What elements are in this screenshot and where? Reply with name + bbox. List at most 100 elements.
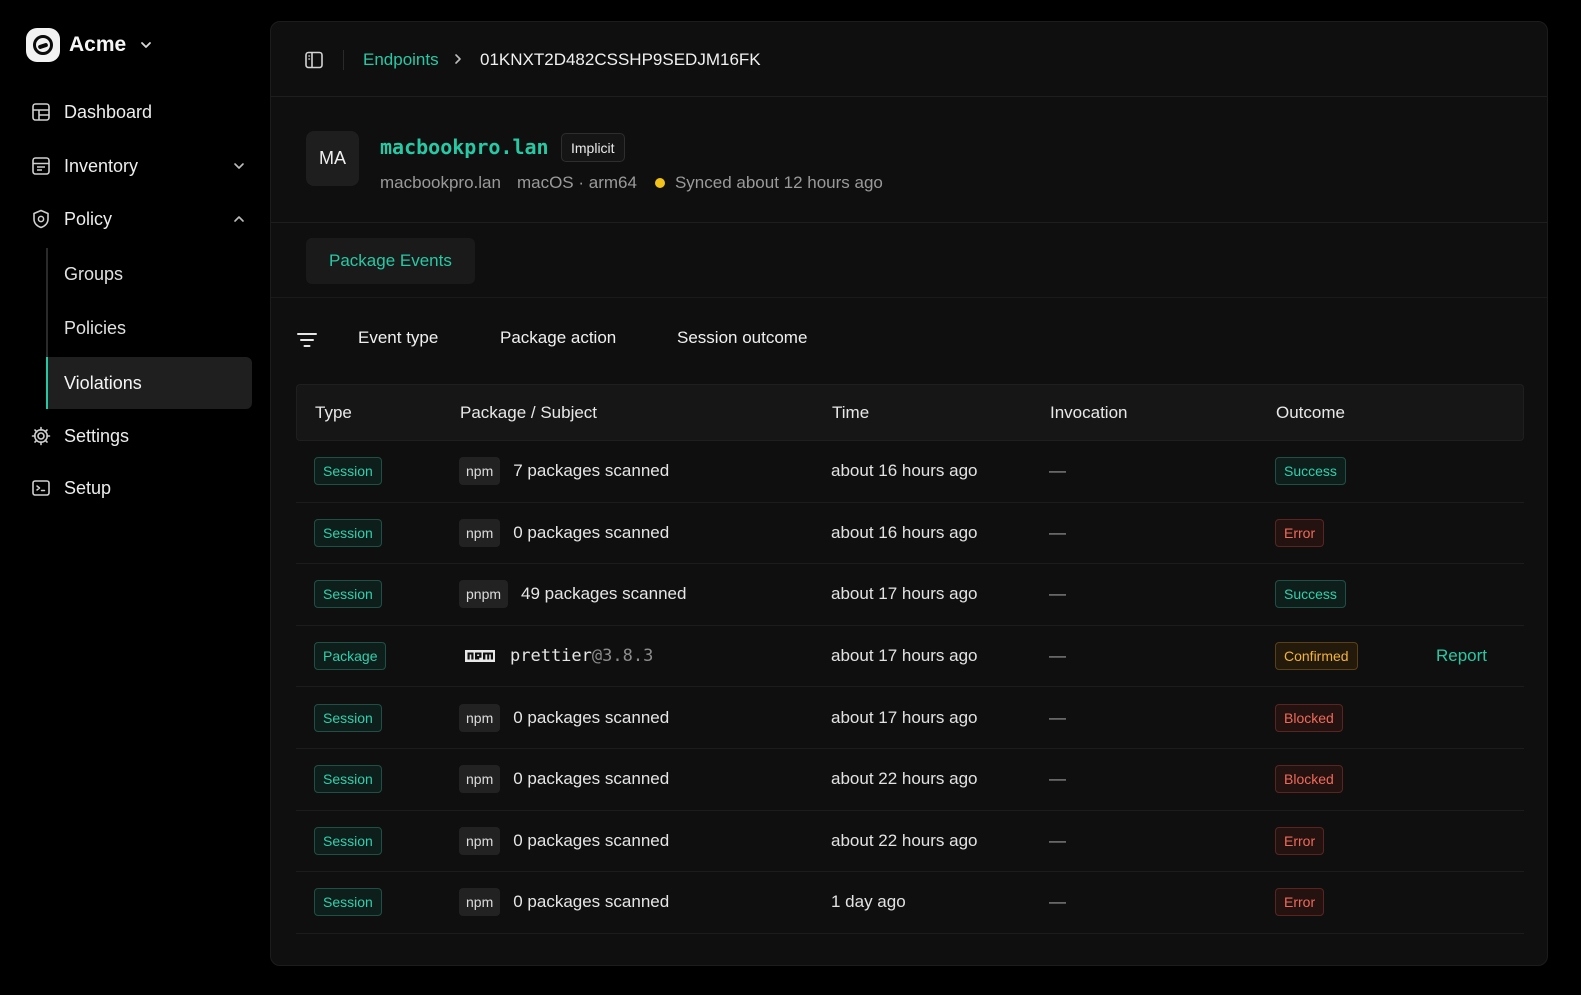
table-row[interactable]: Session npm 0 packages scanned about 22 h… [296, 811, 1524, 873]
event-time: about 16 hours ago [831, 461, 978, 481]
subject: 0 packages scanned [513, 769, 670, 789]
sidebar-item-inventory[interactable]: Inventory [30, 146, 252, 186]
package-name: prettier [510, 646, 592, 667]
outcome-badge: Confirmed [1275, 642, 1358, 671]
invocation: — [1049, 892, 1066, 912]
filter-icon[interactable] [296, 330, 318, 350]
report-link[interactable]: Report [1436, 646, 1487, 666]
outcome-badge: Error [1275, 888, 1325, 917]
sidebar-item-policies[interactable]: Policies [48, 302, 252, 354]
org-switcher[interactable]: Acme [26, 27, 153, 63]
invocation: — [1049, 769, 1066, 789]
outcome-badge: Error [1275, 518, 1325, 547]
sidebar-item-dashboard[interactable]: Dashboard [30, 92, 252, 132]
filter-package-action[interactable]: Package action [500, 328, 616, 348]
event-time: about 22 hours ago [831, 769, 978, 789]
column-header: Invocation [1050, 403, 1128, 422]
org-name: Acme [69, 33, 127, 56]
topbar: Endpoints 01KNXT2D482CSSHP9SEDJM16FK [271, 22, 1547, 97]
hostname: macbookpro.lan [380, 173, 501, 192]
package-manager-badge: npm [459, 518, 501, 547]
filter-session-outcome[interactable]: Session outcome [677, 328, 807, 348]
chevron-up-icon [234, 216, 244, 222]
breadcrumb-endpoints-link[interactable]: Endpoints [363, 50, 439, 70]
package-version: @3.8.3 [591, 646, 654, 667]
type-badge: Session [314, 518, 382, 547]
type-badge: Session [314, 826, 382, 855]
table-row[interactable]: Session npm 0 packages scanned 1 day ago … [296, 872, 1524, 934]
sidebar-item-label: Groups [64, 263, 124, 284]
sidebar-item-violations[interactable]: Violations [48, 357, 252, 409]
main-panel: Endpoints 01KNXT2D482CSSHP9SEDJM16FK MA … [270, 21, 1548, 966]
app-root: Acme Dashboard Inventory Policy Groups P… [0, 0, 1581, 995]
avatar: MA [306, 131, 359, 186]
type-badge: Package [314, 642, 387, 671]
terminal-icon [32, 480, 50, 496]
outcome-badge: Error [1275, 826, 1325, 855]
sync-status: Synced about 12 hours ago [674, 173, 883, 192]
sidebar-item-label: Dashboard [64, 101, 153, 122]
invocation: — [1049, 461, 1066, 481]
sidebar-item-groups[interactable]: Groups [48, 248, 252, 300]
subject: 0 packages scanned [513, 892, 670, 912]
event-time: 1 day ago [831, 892, 906, 912]
subject: prettier@3.8.3 [510, 646, 653, 666]
type-badge: Session [314, 888, 382, 917]
invocation: — [1049, 707, 1066, 727]
chevron-down-icon [141, 42, 152, 48]
inventory-icon [32, 157, 50, 175]
outcome-badge: Blocked [1275, 703, 1343, 732]
column-header: Type [315, 403, 352, 422]
dashboard-icon [32, 103, 50, 121]
column-header: Outcome [1276, 403, 1345, 422]
platform: macOS · arm64 [516, 173, 637, 192]
subject: 0 packages scanned [513, 830, 670, 850]
table-row[interactable]: Session npm 0 packages scanned about 17 h… [296, 687, 1524, 749]
endpoint-meta: macbookpro.lan macOS · arm64 Synced abou… [380, 173, 883, 193]
type-badge: Session [314, 580, 382, 609]
sidebar-item-policy[interactable]: Policy [30, 199, 252, 239]
outcome-badge: Success [1275, 457, 1346, 486]
table-row[interactable]: Session npm 7 packages scanned about 16 h… [296, 441, 1524, 503]
divider [343, 50, 344, 70]
invocation: — [1049, 584, 1066, 604]
breadcrumb-current: 01KNXT2D482CSSHP9SEDJM16FK [480, 50, 761, 69]
package-manager-badge: npm [459, 826, 501, 855]
package-manager-badge: npm [459, 457, 501, 486]
invocation: — [1049, 646, 1066, 666]
chevron-right-icon [455, 54, 461, 64]
column-header: Package / Subject [460, 403, 598, 422]
event-time: about 16 hours ago [831, 522, 978, 542]
sidebar-item-label: Inventory [64, 155, 139, 176]
event-time: about 22 hours ago [831, 830, 978, 850]
sidebar-toggle-icon[interactable] [304, 50, 324, 70]
sidebar-item-label: Setup [64, 477, 112, 498]
filter-event-type[interactable]: Event type [358, 328, 438, 348]
page-title: macbookpro.lan [380, 135, 549, 159]
sidebar-item-setup[interactable]: Setup [30, 468, 252, 508]
tab-package-events[interactable]: Package Events [306, 238, 475, 284]
tabs: Package Events [271, 223, 1547, 298]
sync-status-dot [654, 178, 665, 188]
sidebar: Acme Dashboard Inventory Policy Groups P… [0, 0, 270, 995]
subject: 49 packages scanned [521, 584, 687, 604]
filter-bar: Event type Package action Session outcom… [271, 318, 1547, 364]
npm-logo-icon [465, 650, 495, 663]
table-row[interactable]: Session npm 0 packages scanned about 16 h… [296, 503, 1524, 565]
subject: 7 packages scanned [513, 461, 670, 481]
implicit-badge: Implicit [561, 133, 625, 162]
table-header: Type Package / Subject Time Invocation O… [296, 384, 1524, 441]
package-manager-badge: pnpm [459, 580, 509, 609]
chevron-down-icon [234, 163, 244, 169]
sidebar-item-label: Policy [64, 208, 113, 229]
sidebar-item-label: Policies [64, 317, 127, 338]
events-table: Type Package / Subject Time Invocation O… [296, 384, 1524, 934]
policy-icon [33, 209, 49, 229]
invocation: — [1049, 522, 1066, 542]
table-row[interactable]: Session pnpm 49 packages scanned about 17… [296, 564, 1524, 626]
table-row[interactable]: Session npm 0 packages scanned about 22 h… [296, 749, 1524, 811]
table-row[interactable]: Package prettier@3.8.3 about 17 hours ag… [296, 626, 1524, 688]
package-manager-badge: npm [459, 703, 501, 732]
sidebar-item-settings[interactable]: Settings [30, 416, 252, 456]
acme-logo-icon [26, 28, 60, 62]
